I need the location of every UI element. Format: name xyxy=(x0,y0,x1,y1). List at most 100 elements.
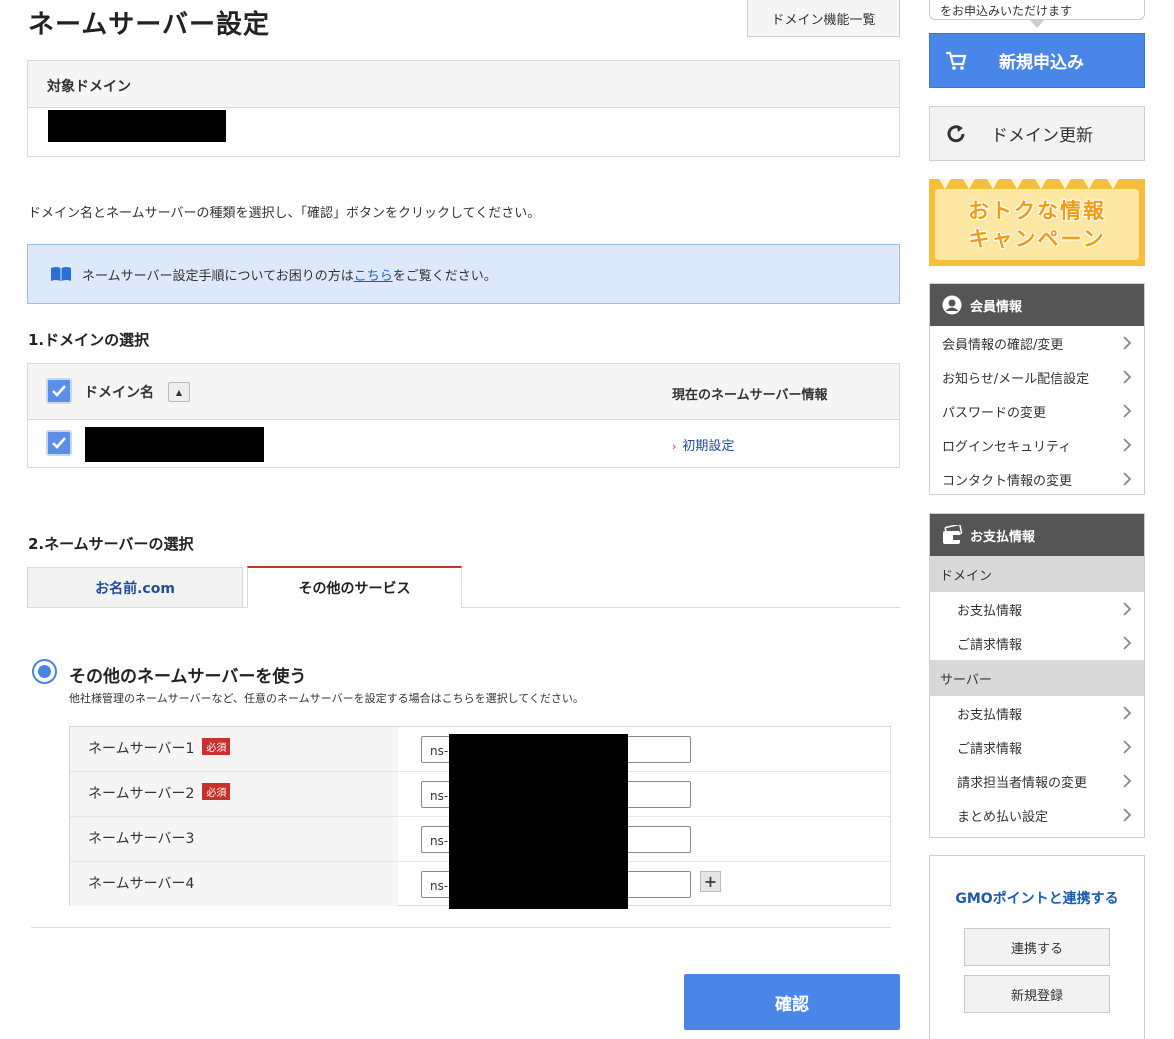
plus-icon: + xyxy=(703,872,718,891)
domain-renew-button[interactable]: ドメイン更新 xyxy=(929,106,1145,161)
chevron-right-icon xyxy=(1123,472,1132,486)
divider xyxy=(31,927,891,928)
sidebar-item-label: コンタクト情報の変更 xyxy=(942,473,1073,489)
category-domain: ドメイン xyxy=(930,556,1144,592)
sidebar-item-label: 請求担当者情報の変更 xyxy=(957,775,1088,791)
info-text-before: ネームサーバー設定手順についてお困りの方は xyxy=(82,268,354,284)
ns-label-1-text: ネームサーバー1 xyxy=(88,741,195,757)
chevron-right-icon xyxy=(1123,602,1132,616)
sort-button[interactable]: ▲ xyxy=(168,382,190,402)
instruction-text: ドメイン名とネームサーバーの種類を選択し、「確認」ボタンをクリックしてください。 xyxy=(28,206,541,221)
col-current-ns: 現在のネームサーバー情報 xyxy=(672,388,828,403)
member-info-header: 会員情報 xyxy=(930,284,1144,326)
sidebar-item-bulk-payment[interactable]: まとめ払い設定 xyxy=(930,798,1144,832)
ns-label-1: ネームサーバー1 必須 xyxy=(70,727,398,771)
campaign-content: おトクな情報 キャンペーン xyxy=(935,189,1139,260)
sidebar-item-label: まとめ払い設定 xyxy=(957,809,1049,825)
user-icon xyxy=(942,295,962,315)
ns-label-4: ネームサーバー4 xyxy=(70,862,398,906)
sidebar-item-server-payment[interactable]: お支払情報 xyxy=(930,696,1144,730)
cart-icon xyxy=(946,51,967,70)
gmo-register-button[interactable]: 新規登録 xyxy=(964,975,1110,1013)
sidebar-item-notice-settings[interactable]: お知らせ/メール配信設定 xyxy=(930,360,1144,394)
sidebar-item-contact[interactable]: コンタクト情報の変更 xyxy=(930,462,1144,496)
gmo-points-panel: GMOポイントと連携する 連携する 新規登録 xyxy=(929,855,1145,1039)
check-icon xyxy=(52,385,66,397)
radio-selected-dot xyxy=(38,665,51,678)
campaign-banner[interactable]: おトクな情報 キャンペーン xyxy=(929,179,1145,266)
other-ns-radio[interactable] xyxy=(32,659,57,684)
tab-other-service[interactable]: その他のサービス xyxy=(247,566,462,608)
info-text-after: をご覧ください。 xyxy=(392,268,497,284)
domain-table: ドメイン名 ▲ 現在のネームサーバー情報 › 初期設定 xyxy=(27,363,900,468)
new-application-label: 新規申込み xyxy=(999,53,1084,73)
domain-renew-label: ドメイン更新 xyxy=(991,126,1093,146)
check-icon xyxy=(52,437,66,449)
redacted-domain xyxy=(48,110,226,142)
sidebar-item-label: お支払情報 xyxy=(957,603,1023,619)
bubble-tail xyxy=(1030,20,1044,28)
gmo-title: GMOポイントと連携する xyxy=(955,891,1119,907)
sidebar-item-password[interactable]: パスワードの変更 xyxy=(930,394,1144,428)
sidebar-item-server-billing[interactable]: ご請求情報 xyxy=(930,730,1144,764)
sidebar-item-label: お支払情報 xyxy=(957,707,1023,723)
sidebar-item-member-edit[interactable]: 会員情報の確認/変更 xyxy=(930,326,1144,360)
page-title: ネームサーバー設定 xyxy=(28,10,270,40)
sort-up-icon: ▲ xyxy=(175,387,183,397)
redacted-domain-row xyxy=(85,427,264,462)
sidebar-item-login-security[interactable]: ログインセキュリティ xyxy=(930,428,1144,462)
section2-title: 2.ネームサーバーの選択 xyxy=(28,535,194,553)
payment-info-title: お支払情報 xyxy=(970,529,1036,545)
sidebar-item-label: お知らせ/メール配信設定 xyxy=(942,371,1090,387)
domain-row-checkbox[interactable] xyxy=(46,430,72,456)
payment-info-header: お支払情報 xyxy=(930,514,1144,556)
tab-divider xyxy=(27,607,900,608)
sidebar-item-label: ご請求情報 xyxy=(957,637,1023,653)
target-domain-label: 対象ドメイン xyxy=(28,61,899,108)
ns-label-2: ネームサーバー2 必須 xyxy=(70,772,398,816)
chevron-right-icon xyxy=(1123,808,1132,822)
domain-table-header: ドメイン名 ▲ 現在のネームサーバー情報 xyxy=(28,364,899,420)
col-domain-name: ドメイン名 xyxy=(84,385,154,401)
help-link[interactable]: こちら xyxy=(354,265,393,284)
confirm-button[interactable]: 確認 xyxy=(684,974,900,1030)
wallet-icon xyxy=(943,525,963,544)
chevron-right-icon: › xyxy=(672,440,677,453)
section1-title: 1.ドメインの選択 xyxy=(28,331,150,349)
member-info-title: 会員情報 xyxy=(970,299,1023,315)
option-title: その他のネームサーバーを使う xyxy=(69,667,307,687)
payment-info-panel: お支払情報 ドメイン お支払情報 ご請求情報 サーバー お支払情報 ご請求情報 … xyxy=(929,513,1145,838)
chevron-right-icon xyxy=(1123,740,1132,754)
current-ns-status-label: 初期設定 xyxy=(682,439,735,454)
refresh-icon xyxy=(947,124,965,142)
target-domain-box: 対象ドメイン xyxy=(27,60,900,157)
tab-onamae[interactable]: お名前.com xyxy=(27,567,243,608)
gmo-link-button[interactable]: 連携する xyxy=(964,928,1110,966)
ns-label-3: ネームサーバー3 xyxy=(70,817,398,861)
sidebar-item-label: 会員情報の確認/変更 xyxy=(942,337,1064,353)
sidebar-item-domain-billing[interactable]: ご請求情報 xyxy=(930,626,1144,660)
chevron-right-icon xyxy=(1123,438,1132,452)
option-description: 他社様管理のネームサーバーなど、任意のネームサーバーを設定する場合はこちらを選択… xyxy=(69,692,584,705)
sidebar-item-label: パスワードの変更 xyxy=(942,405,1047,421)
info-box: ネームサーバー設定手順についてお困りの方は こちら をご覧ください。 xyxy=(27,244,900,304)
sidebar-item-label: ログインセキュリティ xyxy=(942,439,1072,455)
current-ns-status[interactable]: › 初期設定 xyxy=(672,435,734,454)
add-nameserver-button[interactable]: + xyxy=(700,871,721,892)
campaign-line1: おトクな情報 xyxy=(968,198,1106,223)
chevron-right-icon xyxy=(1123,636,1132,650)
sidebar-item-domain-payment[interactable]: お支払情報 xyxy=(930,592,1144,626)
sidebar-bubble: をお申込みいただけます xyxy=(929,0,1145,20)
nameserver-table: ネームサーバー1 必須 ns- ネームサーバー2 必須 ns- ネームサーバー3 n… xyxy=(69,726,891,909)
campaign-line2: キャンペーン xyxy=(968,226,1106,251)
chevron-right-icon xyxy=(1123,370,1132,384)
chevron-right-icon xyxy=(1123,706,1132,720)
chevron-right-icon xyxy=(1123,404,1132,418)
select-all-checkbox[interactable] xyxy=(46,378,72,404)
book-icon xyxy=(51,267,71,281)
ns-label-2-text: ネームサーバー2 xyxy=(88,786,195,802)
sidebar-item-billing-contact[interactable]: 請求担当者情報の変更 xyxy=(930,764,1144,798)
domain-functions-button[interactable]: ドメイン機能一覧 xyxy=(747,0,900,37)
member-info-panel: 会員情報 会員情報の確認/変更 お知らせ/メール配信設定 パスワードの変更 ログ… xyxy=(929,283,1145,495)
new-application-button[interactable]: 新規申込み xyxy=(929,33,1145,88)
